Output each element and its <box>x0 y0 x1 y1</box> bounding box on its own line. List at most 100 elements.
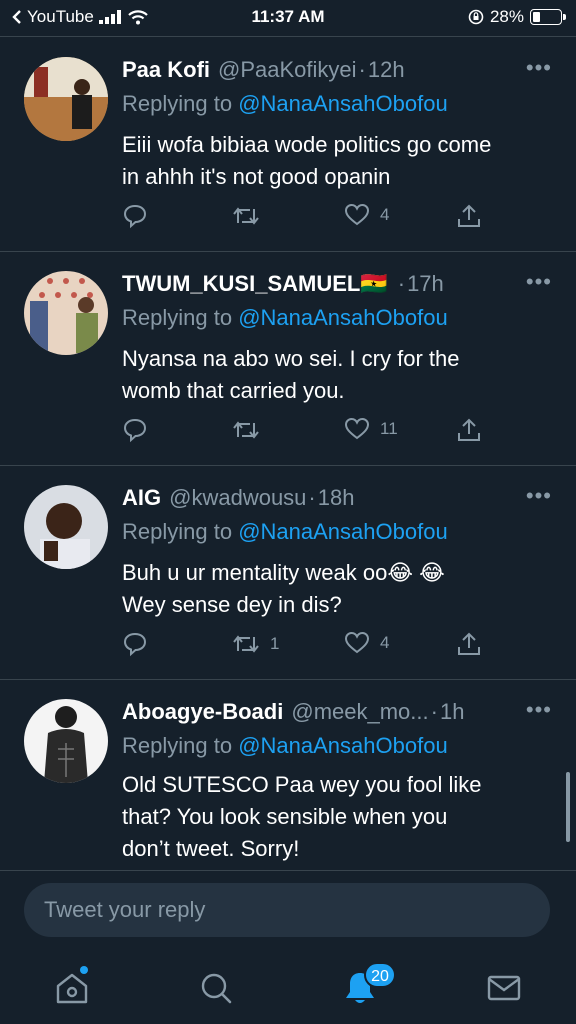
retweet-icon <box>233 207 259 225</box>
user-name[interactable]: AIG <box>122 485 161 511</box>
tweet-line: Nyansa na abɔ wo sei. I cry for the <box>122 346 460 371</box>
tweet-line: in ahhh it's not good opanin <box>122 164 391 189</box>
tweet-line: womb that carried you. <box>122 378 345 403</box>
reply-icon <box>123 632 147 657</box>
tweet-line: Old SUTESCO Paa wey you fool like <box>122 772 482 797</box>
avatar[interactable] <box>24 57 108 141</box>
like-button[interactable]: 11 <box>344 417 398 441</box>
replying-label: Replying to <box>122 519 233 544</box>
tweet-actions: 4 <box>122 203 492 233</box>
reply-mention[interactable]: @NanaAnsahObofou <box>238 733 447 758</box>
more-options-icon[interactable]: ••• <box>526 269 552 295</box>
notification-badge: 20 <box>364 962 396 988</box>
messages-icon <box>487 975 521 1001</box>
reply-mention[interactable]: @NanaAnsahObofou <box>238 91 447 116</box>
tweet-line: Buh u ur mentality weak oo😂 😂 <box>122 560 445 585</box>
tweet-line: Wey sense dey in dis? <box>122 592 342 617</box>
tweet-text: Buh u ur mentality weak oo😂 😂 Wey sense … <box>122 557 546 621</box>
replying-label: Replying to <box>122 305 233 330</box>
separator-dot: · <box>358 57 366 82</box>
tweet-actions: 1 4 <box>122 631 492 661</box>
replying-to: Replying to @NanaAnsahObofou <box>122 519 448 545</box>
reply-button[interactable] <box>122 631 148 657</box>
tweet-text: Eiii wofa bibiaa wode politics go come i… <box>122 129 546 193</box>
heart-icon <box>344 417 370 440</box>
battery-percent: 28% <box>489 7 524 26</box>
tweet-line: that? You look sensible when you <box>122 804 448 829</box>
reply-button[interactable] <box>122 417 148 443</box>
nav-search[interactable] <box>196 968 236 1008</box>
user-name[interactable]: Paa Kofi <box>122 57 210 83</box>
separator-dot: · <box>397 271 406 296</box>
share-button[interactable] <box>456 631 482 657</box>
share-button[interactable] <box>456 417 482 443</box>
separator-dot: · <box>308 485 316 510</box>
like-button[interactable]: 4 <box>344 203 389 227</box>
reply-button[interactable] <box>122 203 148 229</box>
like-count: 4 <box>380 205 390 224</box>
tweet-text: Old SUTESCO Paa wey you fool like that? … <box>122 769 546 865</box>
retweet-button[interactable]: 1 <box>232 631 279 657</box>
tweet[interactable]: TWUM_KUSI_SAMUEL🇬🇭 · 17h ••• Replying to… <box>0 251 576 466</box>
reply-icon <box>123 418 147 443</box>
separator-dot: · <box>430 699 438 724</box>
share-icon <box>458 418 480 441</box>
status-bar: YouTube 11:37 AM 28% <box>0 0 576 34</box>
scrollbar[interactable] <box>566 772 570 842</box>
replying-to: Replying to @NanaAnsahObofou <box>122 305 448 331</box>
tweet[interactable]: Paa Kofi @PaaKofikyei · 12h ••• Replying… <box>0 37 576 252</box>
home-icon <box>56 973 88 1004</box>
user-name[interactable]: Aboagye-Boadi <box>122 699 283 725</box>
avatar[interactable] <box>24 485 108 569</box>
reply-mention[interactable]: @NanaAnsahObofou <box>238 519 447 544</box>
share-icon <box>458 632 480 655</box>
share-icon <box>458 204 480 227</box>
avatar[interactable] <box>24 271 108 355</box>
tweet-line: don’t tweet. Sorry! <box>122 836 300 861</box>
replying-label: Replying to <box>122 91 233 116</box>
more-options-icon[interactable]: ••• <box>526 55 552 81</box>
like-count: 11 <box>380 419 398 438</box>
tweet-line: Eiii wofa bibiaa wode politics go come <box>122 132 492 157</box>
screen: YouTube 11:37 AM 28% Paa Kofi @PaaKofiky… <box>0 0 576 1024</box>
reply-icon <box>123 204 147 229</box>
retweet-count: 1 <box>270 634 280 653</box>
avatar[interactable] <box>24 699 108 783</box>
nav-messages[interactable] <box>484 968 524 1008</box>
retweet-button[interactable] <box>232 203 270 229</box>
more-options-icon[interactable]: ••• <box>526 697 552 723</box>
nav-home[interactable] <box>52 968 92 1008</box>
tweet[interactable]: Aboagye-Boadi @meek_mo... · 1h ••• Reply… <box>0 679 576 870</box>
heart-icon <box>344 203 370 226</box>
tweet-text: Nyansa na abɔ wo sei. I cry for the womb… <box>122 343 546 407</box>
user-name[interactable]: TWUM_KUSI_SAMUEL🇬🇭 <box>122 271 388 297</box>
bottom-nav <box>0 950 576 1024</box>
user-handle[interactable]: @PaaKofikyei <box>218 57 357 83</box>
reply-composer: Tweet your reply <box>0 870 576 951</box>
replying-to: Replying to @NanaAnsahObofou <box>122 733 448 759</box>
rotation-lock-icon <box>468 9 484 25</box>
tweet-time[interactable]: 12h <box>368 57 405 83</box>
search-icon <box>201 973 232 1004</box>
user-handle[interactable]: @meek_mo... <box>291 699 428 725</box>
like-count: 4 <box>380 633 390 652</box>
tweet-reply-input[interactable]: Tweet your reply <box>24 883 550 937</box>
share-button[interactable] <box>456 203 482 229</box>
retweet-icon <box>233 421 259 439</box>
battery-icon <box>530 9 566 25</box>
tweet-time[interactable]: 17h <box>407 271 444 297</box>
tweet-time[interactable]: 1h <box>440 699 464 725</box>
replying-label: Replying to <box>122 733 233 758</box>
reply-mention[interactable]: @NanaAnsahObofou <box>238 305 447 330</box>
tweet[interactable]: AIG @kwadwousu · 18h ••• Replying to @Na… <box>0 465 576 680</box>
user-handle[interactable]: @kwadwousu <box>169 485 306 511</box>
more-options-icon[interactable]: ••• <box>526 483 552 509</box>
heart-icon <box>344 631 370 654</box>
like-button[interactable]: 4 <box>344 631 389 655</box>
tweet-time[interactable]: 18h <box>318 485 355 511</box>
replying-to: Replying to @NanaAnsahObofou <box>122 91 448 117</box>
retweet-icon <box>233 635 259 653</box>
retweet-button[interactable] <box>232 417 270 443</box>
tweet-actions: 11 <box>122 417 492 447</box>
home-new-dot <box>80 966 88 974</box>
